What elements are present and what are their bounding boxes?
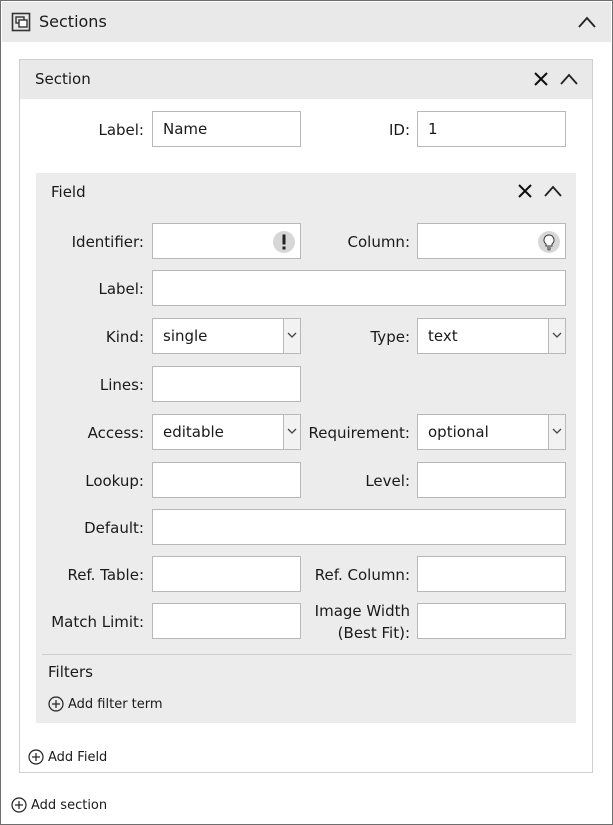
- section-id-input[interactable]: 1: [417, 111, 566, 147]
- section-id-label: ID:: [388, 121, 410, 139]
- add-filter-term-label: Add filter term: [68, 696, 163, 712]
- lines-label: Lines:: [99, 376, 144, 394]
- plus-circle-icon: [11, 797, 27, 813]
- kind-select[interactable]: single: [152, 318, 301, 354]
- chevron-up-icon[interactable]: [543, 184, 563, 198]
- type-select[interactable]: text: [417, 318, 566, 354]
- level-label: Level:: [365, 472, 410, 490]
- chevron-down-icon[interactable]: [283, 319, 300, 353]
- add-field-button[interactable]: Add Field: [28, 749, 107, 765]
- add-section-label: Add section: [31, 797, 108, 813]
- lookup-label: Lookup:: [85, 472, 144, 490]
- type-label: Type:: [370, 328, 410, 346]
- plus-circle-icon: [48, 696, 64, 712]
- close-icon[interactable]: [517, 183, 533, 199]
- section-label-input[interactable]: Name: [152, 111, 301, 147]
- field-label-label: Label:: [98, 280, 144, 298]
- section-label-label: Label:: [98, 121, 144, 139]
- lightbulb-icon[interactable]: [537, 230, 561, 254]
- ref-table-input[interactable]: [152, 556, 301, 592]
- level-input[interactable]: [417, 462, 566, 498]
- requirement-value: optional: [428, 423, 489, 441]
- chevron-up-icon[interactable]: [577, 15, 597, 29]
- panel-header[interactable]: Sections: [2, 2, 611, 42]
- field-card: Field Identifier: Column: Label: Kind: s…: [36, 173, 576, 723]
- plus-circle-icon: [28, 749, 44, 765]
- field-label-input[interactable]: [152, 270, 566, 306]
- type-value: text: [428, 327, 458, 345]
- lines-input[interactable]: [152, 366, 301, 402]
- ref-table-label: Ref. Table:: [67, 566, 144, 584]
- default-label: Default:: [84, 519, 144, 537]
- image-width-label-line1: Image Width: [314, 602, 410, 620]
- field-title: Field: [51, 183, 86, 201]
- access-label: Access:: [87, 424, 144, 442]
- section-title: Section: [35, 70, 91, 88]
- identifier-label: Identifier:: [71, 233, 144, 251]
- sections-panel: Sections Section Label: Name ID: 1 Add F…: [0, 0, 613, 825]
- filters-divider: [42, 654, 572, 655]
- section-header[interactable]: Section: [20, 60, 592, 99]
- add-filter-term-button[interactable]: Add filter term: [48, 696, 163, 712]
- exclamation-icon[interactable]: [272, 230, 296, 254]
- image-width-input[interactable]: [417, 603, 566, 639]
- match-limit-input[interactable]: [152, 603, 301, 639]
- kind-value: single: [163, 327, 208, 345]
- close-icon[interactable]: [533, 71, 549, 87]
- chevron-down-icon[interactable]: [283, 415, 300, 449]
- ref-column-label: Ref. Column:: [314, 566, 410, 584]
- sections-icon: [11, 12, 31, 32]
- panel-title: Sections: [39, 12, 107, 31]
- chevron-down-icon[interactable]: [548, 319, 565, 353]
- access-value: editable: [163, 423, 224, 441]
- kind-label: Kind:: [105, 328, 144, 346]
- chevron-down-icon[interactable]: [548, 415, 565, 449]
- chevron-up-icon[interactable]: [559, 72, 579, 86]
- requirement-label: Requirement:: [308, 424, 410, 442]
- image-width-label-line2: (Best Fit):: [337, 624, 410, 642]
- access-select[interactable]: editable: [152, 414, 301, 450]
- default-input[interactable]: [152, 509, 566, 545]
- lookup-input[interactable]: [152, 462, 301, 498]
- add-field-label: Add Field: [48, 749, 108, 765]
- requirement-select[interactable]: optional: [417, 414, 566, 450]
- filters-title: Filters: [48, 663, 93, 681]
- ref-column-input[interactable]: [417, 556, 566, 592]
- add-section-button[interactable]: Add section: [11, 797, 107, 813]
- match-limit-label: Match Limit:: [51, 613, 144, 631]
- column-label: Column:: [347, 233, 411, 251]
